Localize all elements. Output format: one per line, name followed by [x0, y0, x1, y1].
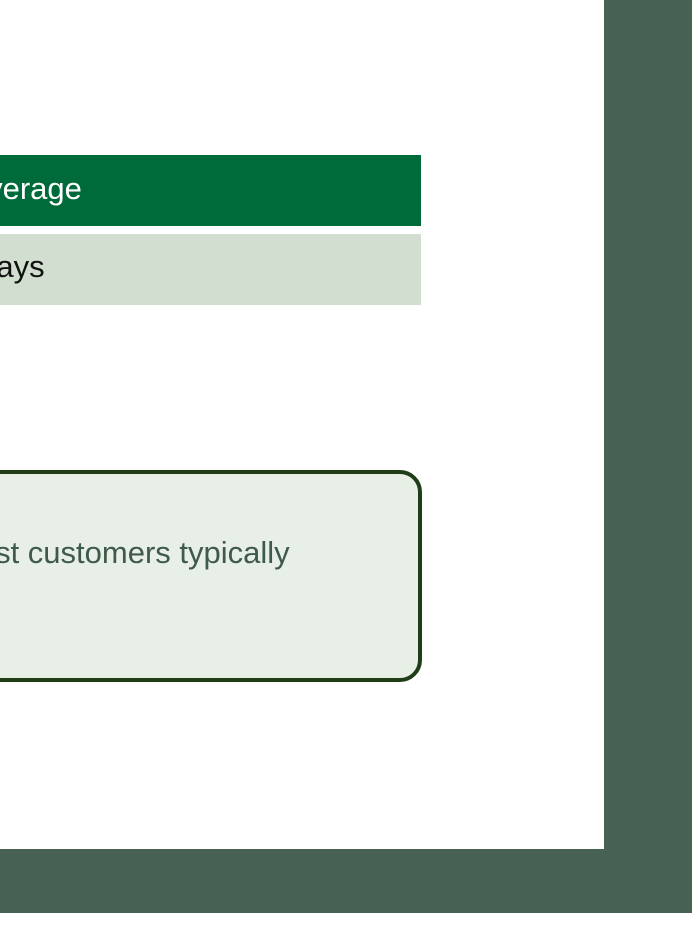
table-data-row: 25 days [0, 234, 421, 305]
table-header-row: Average [0, 155, 421, 226]
frame-bottom-bar [0, 849, 692, 913]
callout-text: Most customers typically [0, 535, 290, 570]
frame-right-bar [604, 0, 692, 913]
callout-box: Most customers typically [0, 470, 422, 682]
slide-page: Average 25 days Most customers typically [0, 0, 692, 929]
table-data-cell: 25 days [0, 249, 45, 284]
table-header-cell: Average [0, 171, 82, 206]
